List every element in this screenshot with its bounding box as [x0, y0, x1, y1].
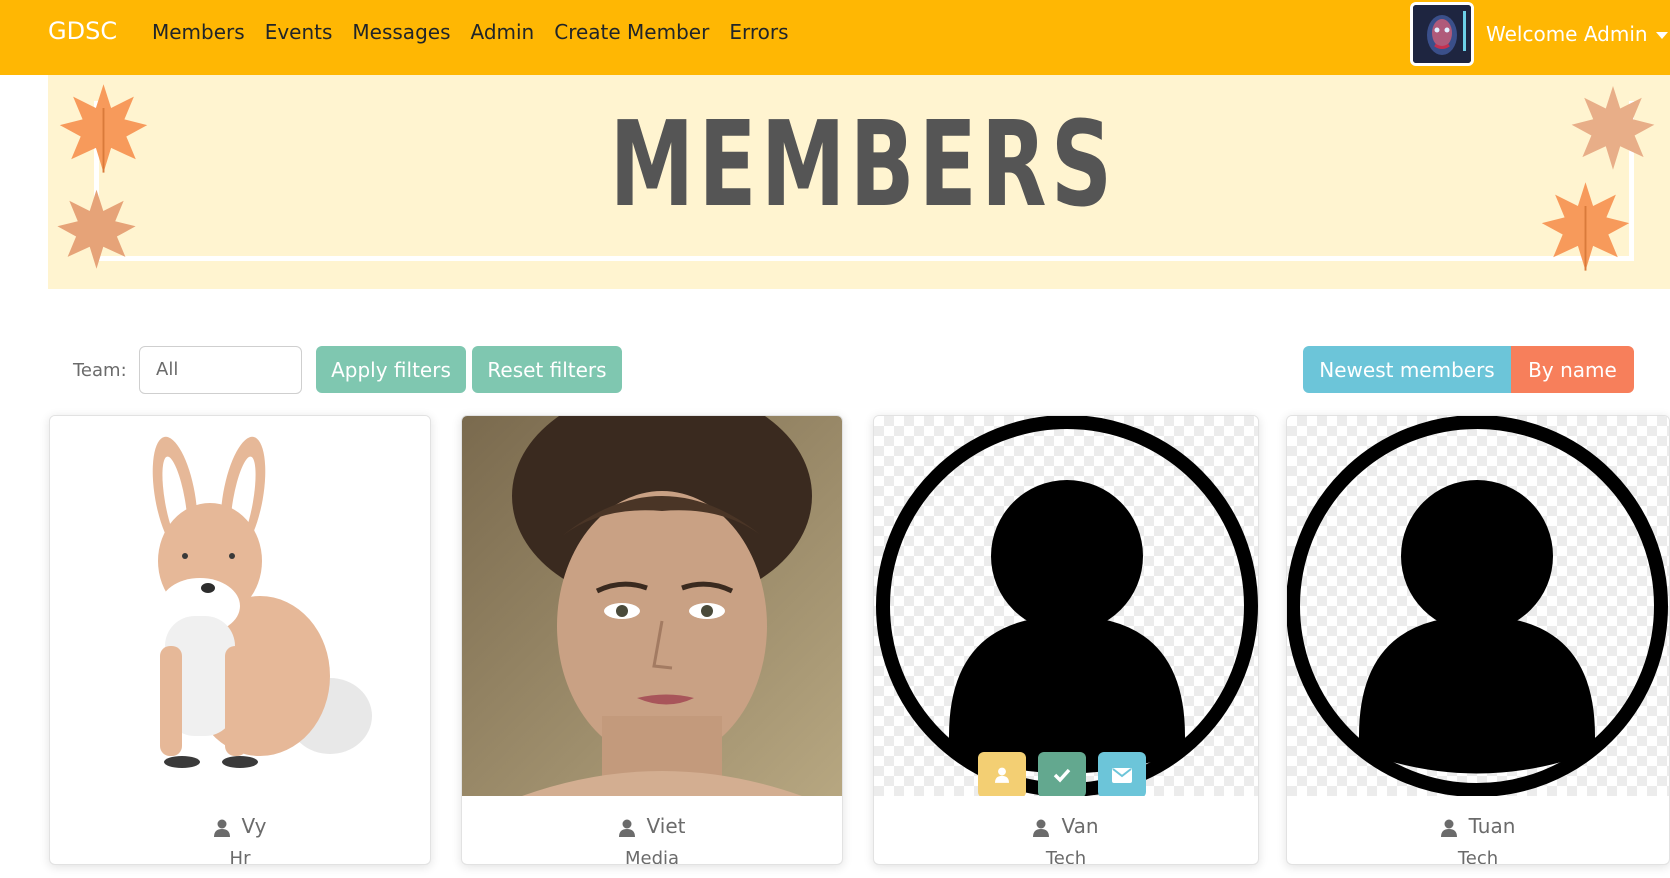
default-avatar-icon — [1287, 416, 1668, 796]
user-menu[interactable]: Welcome Admin — [1410, 2, 1668, 66]
nav-link-create-member[interactable]: Create Member — [554, 20, 709, 44]
portrait-photo-icon — [462, 416, 842, 796]
member-name: Tuan — [1287, 814, 1669, 838]
caret-down-icon — [1655, 32, 1668, 39]
brand-logo[interactable]: GDSC — [48, 17, 117, 45]
sort-newest-button[interactable]: Newest members — [1303, 346, 1511, 393]
member-card[interactable]: Vy Hr — [49, 415, 431, 865]
maple-leaf-icon — [57, 189, 136, 269]
nav-links: Members Events Messages Admin Create Mem… — [152, 20, 808, 44]
message-button[interactable] — [1098, 752, 1146, 796]
user-icon — [213, 819, 230, 837]
nav-link-admin[interactable]: Admin — [470, 20, 534, 44]
member-info: Viet Media — [462, 796, 842, 865]
card-actions — [978, 752, 1146, 796]
nav-link-errors[interactable]: Errors — [729, 20, 788, 44]
maple-leaf-icon — [1541, 182, 1630, 271]
maple-leaf-icon — [59, 84, 148, 173]
user-icon — [1440, 819, 1457, 837]
member-photo[interactable] — [50, 416, 430, 796]
approve-button[interactable] — [1038, 752, 1086, 796]
member-card[interactable]: Tuan Tech — [1286, 415, 1670, 865]
welcome-text[interactable]: Welcome Admin — [1486, 22, 1668, 46]
member-team: Media — [624, 848, 680, 865]
member-name: Vy — [50, 814, 430, 838]
member-name: Van — [874, 814, 1258, 838]
sort-by-name-button[interactable]: By name — [1511, 346, 1634, 393]
user-icon — [1033, 819, 1050, 837]
member-photo[interactable] — [1287, 416, 1669, 796]
member-card[interactable]: Viet Media — [461, 415, 843, 865]
member-photo[interactable] — [874, 416, 1258, 796]
reset-filters-button[interactable]: Reset filters — [472, 346, 622, 393]
user-avatar[interactable] — [1410, 2, 1474, 66]
top-navbar: GDSC Members Events Messages Admin Creat… — [0, 0, 1670, 75]
nav-link-members[interactable]: Members — [152, 20, 245, 44]
member-card[interactable]: Van Tech — [873, 415, 1259, 865]
nav-link-events[interactable]: Events — [265, 20, 333, 44]
envelope-icon — [1112, 767, 1132, 783]
nav-link-messages[interactable]: Messages — [352, 20, 450, 44]
user-icon — [995, 767, 1009, 783]
page-title: MEMBERS — [609, 95, 1117, 233]
member-info: Van Tech — [874, 796, 1258, 865]
user-icon — [618, 819, 635, 837]
member-team: Tech — [1457, 848, 1499, 865]
rabbit-illustration-icon — [50, 416, 430, 796]
sort-button-group: Newest members By name — [1303, 346, 1634, 393]
member-info: Vy Hr — [50, 796, 430, 865]
view-profile-button[interactable] — [978, 752, 1026, 796]
member-team: Hr — [229, 848, 251, 865]
check-icon — [1053, 768, 1071, 783]
member-team: Tech — [1045, 848, 1087, 865]
filter-bar: Team: All Apply filters Reset filters Ne… — [48, 346, 1638, 396]
members-banner: MEMBERS — [48, 75, 1670, 289]
team-filter-label: Team: — [73, 360, 127, 381]
apply-filters-button[interactable]: Apply filters — [316, 346, 466, 393]
maple-leaf-icon — [1571, 86, 1655, 170]
member-photo[interactable] — [462, 416, 842, 796]
member-name: Viet — [462, 814, 842, 838]
member-info: Tuan Tech — [1287, 796, 1669, 865]
default-avatar-icon — [876, 416, 1258, 796]
team-filter-select[interactable]: All — [139, 346, 302, 394]
